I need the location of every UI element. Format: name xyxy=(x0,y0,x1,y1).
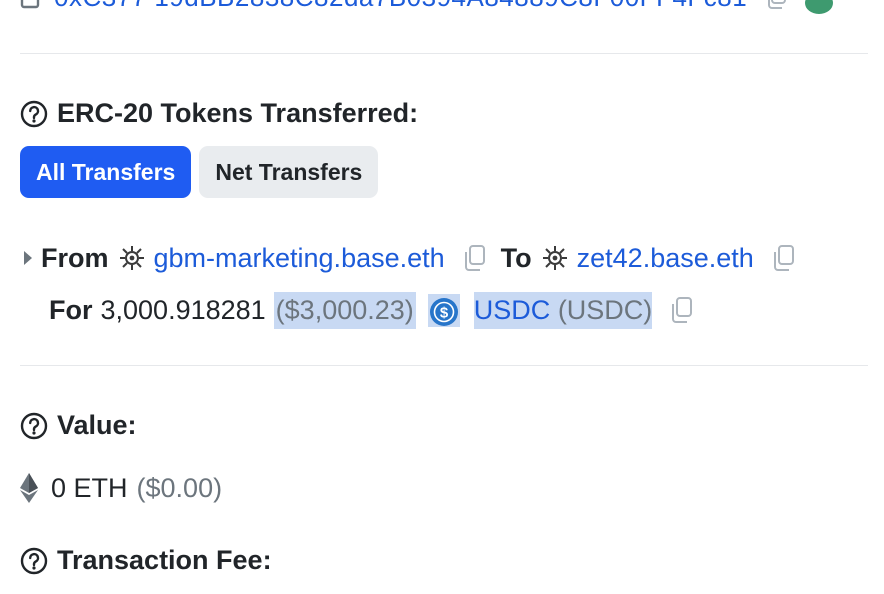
value-heading: Value: xyxy=(20,410,137,441)
question-circle-icon[interactable] xyxy=(20,547,48,575)
ethereum-icon xyxy=(20,473,38,503)
token-link[interactable]: USDC (USDC) xyxy=(473,291,653,329)
top-address-link[interactable]: 0xC377 19dBB2838C82da7B0394A84889C8F00FF… xyxy=(54,0,747,13)
copy-icon[interactable] xyxy=(765,0,787,10)
copy-icon[interactable] xyxy=(770,244,796,272)
eth-value-row: 0 ETH ($0.00) xyxy=(20,468,222,508)
for-row: For 3,000.918281 ($3,000.23) $ USDC (USD… xyxy=(49,288,694,332)
section-label: Value: xyxy=(57,410,137,440)
token-amount: 3,000.918281 xyxy=(100,294,266,325)
usdc-icon: $ xyxy=(429,297,458,326)
from-label: From xyxy=(41,242,109,273)
question-circle-icon[interactable] xyxy=(20,100,48,128)
token-logo-icon xyxy=(118,245,145,271)
token-name[interactable]: USDC xyxy=(474,295,551,325)
token-symbol: (USDC) xyxy=(557,294,653,325)
status-dot xyxy=(805,0,833,14)
for-label: For xyxy=(49,294,93,325)
tab-all-transfers[interactable]: All Transfers xyxy=(20,146,192,198)
copy-icon[interactable] xyxy=(461,244,487,272)
svg-text:$: $ xyxy=(440,304,449,321)
token-logo-icon xyxy=(541,245,568,271)
eth-usd-value: ($0.00) xyxy=(136,472,223,503)
caret-right-icon[interactable] xyxy=(24,251,32,265)
transfer-row: From gbm-marketing.base.eth To zet42.bas… xyxy=(20,236,810,280)
section-label: Transaction Fee: xyxy=(57,545,272,575)
to-address-link[interactable]: zet42.base.eth xyxy=(577,243,754,274)
question-circle-icon[interactable] xyxy=(20,412,48,440)
usdc-logo: $ xyxy=(427,293,460,327)
from-address-link[interactable]: gbm-marketing.base.eth xyxy=(154,243,445,274)
document-icon xyxy=(20,0,40,9)
top-address-row: 0xC377 19dBB2838C82da7B0394A84889C8F00FF… xyxy=(20,0,787,12)
copy-icon[interactable] xyxy=(668,296,694,324)
divider xyxy=(20,53,868,54)
divider xyxy=(20,365,868,366)
tab-net-transfers[interactable]: Net Transfers xyxy=(199,146,379,198)
eth-amount: 0 ETH xyxy=(51,472,128,503)
usd-value: ($3,000.23) xyxy=(273,291,416,329)
transaction-fee-heading: Transaction Fee: xyxy=(20,545,272,576)
token-transfers-heading: ERC-20 Tokens Transferred: xyxy=(20,98,418,129)
transfer-tabs: All Transfers Net Transfers xyxy=(20,146,379,198)
to-label: To xyxy=(500,242,532,273)
section-label: ERC-20 Tokens Transferred: xyxy=(57,98,419,128)
